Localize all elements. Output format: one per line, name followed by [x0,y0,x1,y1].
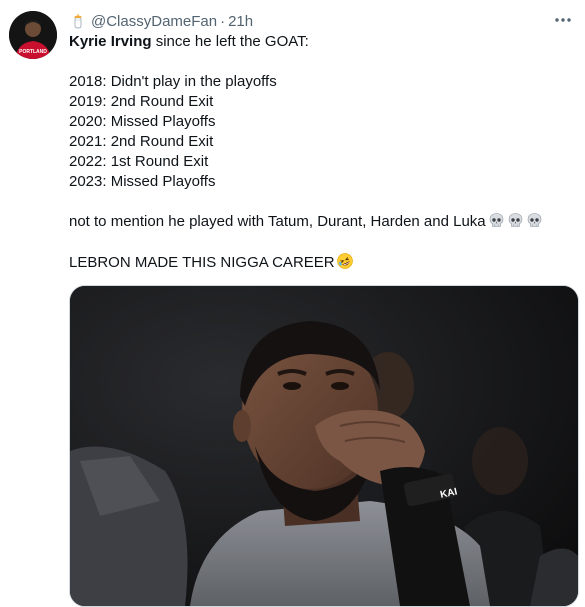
tweet-media-image[interactable]: KAI [69,285,579,607]
skull-icon [526,212,543,235]
tweet-intro-bold: Kyrie Irving [69,33,152,50]
baby-bottle-emoji-icon [69,12,87,30]
season-line: 2020: Missed Playoffs [69,113,216,130]
avatar[interactable]: PORTLAND [9,11,57,59]
season-line: 2021: 2nd Round Exit [69,133,214,150]
tweet-header: @ClassyDameFan · 21h [69,11,571,31]
more-options-icon[interactable] [551,10,575,30]
season-line: 2019: 2nd Round Exit [69,93,214,110]
rolling-laughing-icon [336,252,354,276]
skull-icon [507,212,524,235]
closing-text: LEBRON MADE THIS NIGGA CAREER [69,254,335,271]
closing-line: LEBRON MADE THIS NIGGA CAREER [69,252,574,272]
tweet-text: Kyrie Irving since he left the GOAT: 201… [69,32,574,272]
header-separator: · [220,12,226,30]
mention-line: not to mention he played with Tatum, Dur… [69,212,574,232]
author-handle[interactable]: @ClassyDameFan [91,13,217,30]
season-line: 2023: Missed Playoffs [69,173,216,190]
avatar-jersey-text: PORTLAND [19,49,47,55]
tweet-card[interactable]: PORTLAND @ClassyDameFan · 21h Kyrie Irvi… [0,0,585,607]
season-line: 2018: Didn't play in the playoffs [69,73,277,90]
tweet-intro-rest: since he left the GOAT: [151,33,309,50]
skull-icon [488,212,505,235]
tweet-timestamp[interactable]: 21h [228,13,253,30]
season-line: 2022: 1st Round Exit [69,153,209,170]
mention-text: not to mention he played with Tatum, Dur… [69,213,486,230]
tweet-intro-line: Kyrie Irving since he left the GOAT: [69,32,574,52]
